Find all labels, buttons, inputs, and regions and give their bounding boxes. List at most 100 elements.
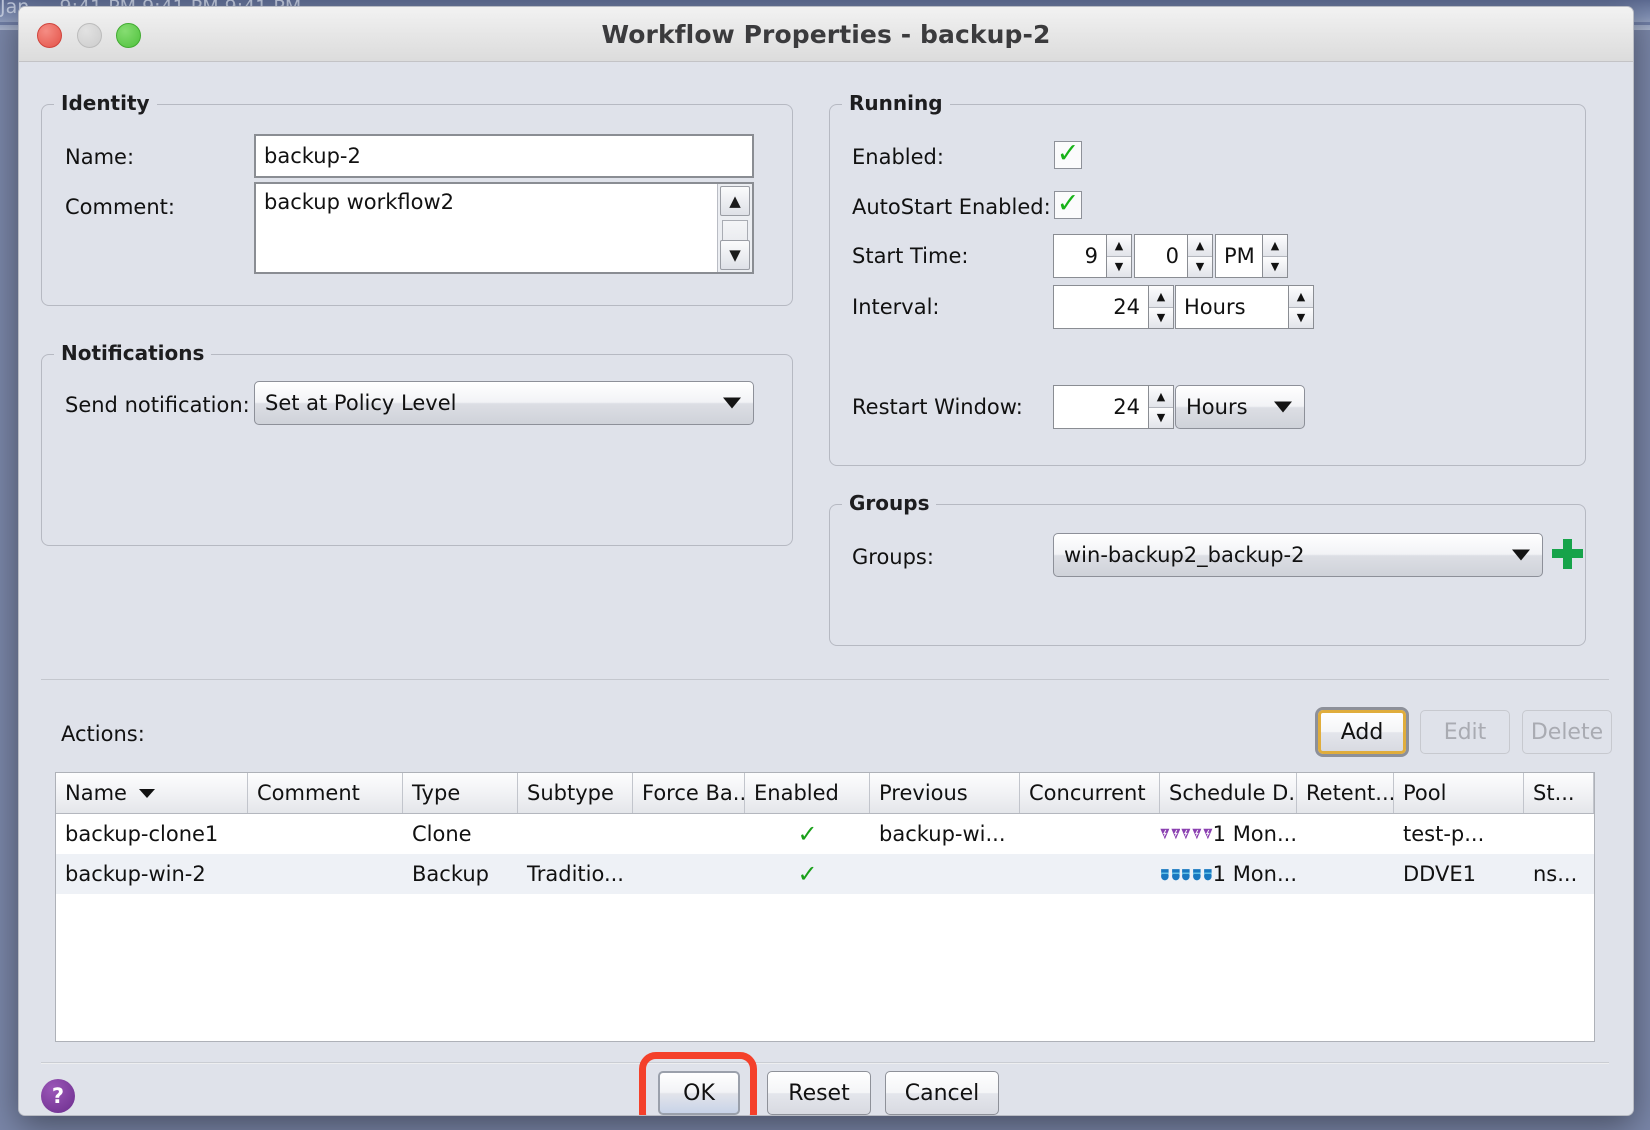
autostart-label: AutoStart Enabled: [852,195,1051,219]
interval-label: Interval: [852,295,940,319]
enabled-checkbox[interactable]: ✓ [1054,140,1082,169]
start-hour-spin-buttons[interactable]: ▲ ▼ [1106,234,1132,278]
reset-button[interactable]: Reset [767,1071,871,1115]
groups-value: win-backup2_backup-2 [1064,543,1305,567]
ok-button[interactable]: OK [658,1071,740,1115]
cell-name: backup-win-2 [65,862,206,886]
actions-table[interactable]: Name Comment Type Subtype Force Ba... Enabled… [55,772,1595,1042]
column-header-name[interactable]: Name [56,773,248,813]
start-hour-stepper[interactable]: 9 ▲ ▼ [1053,234,1132,278]
chevron-down-icon [1512,549,1530,561]
column-header-force_ba[interactable]: Force Ba... [633,773,745,813]
column-header-label: Enabled [754,781,839,805]
column-header-type[interactable]: Type [403,773,518,813]
spin-down-icon[interactable]: ▼ [1188,256,1212,277]
interval-stepper[interactable]: 24 ▲ ▼ [1053,285,1174,329]
table-row[interactable]: backup-clone1 Clone ✓ backup-wi... 1 Mon... t… [56,814,1594,854]
column-header-comment[interactable]: Comment [248,773,403,813]
spin-up-icon[interactable]: ▲ [1149,286,1173,308]
start-hour-value[interactable]: 9 [1053,234,1106,278]
bolt-icon [1203,828,1213,840]
spin-up-icon[interactable]: ▲ [1149,386,1173,408]
delete-action-button: Delete [1522,710,1612,754]
spin-down-icon[interactable]: ▼ [1289,307,1313,328]
start-minute-stepper[interactable]: 0 ▲ ▼ [1134,234,1213,278]
spin-down-icon[interactable]: ▼ [1149,407,1173,428]
identity-legend: Identity [54,91,157,115]
name-label: Name: [65,145,135,169]
interval-spin-buttons[interactable]: ▲ ▼ [1148,285,1174,329]
help-icon[interactable]: ? [41,1079,75,1113]
help-glyph: ? [51,1084,65,1108]
interval-unit-spin-buttons[interactable]: ▲ ▼ [1288,285,1314,329]
section-divider [41,679,1609,680]
interval-value[interactable]: 24 [1053,285,1148,329]
column-header-st[interactable]: St... [1524,773,1594,813]
restart-window-unit-select[interactable]: Hours [1175,385,1305,429]
groups-legend: Groups [842,491,937,515]
start-meridiem-stepper[interactable]: PM ▲ ▼ [1215,234,1288,278]
cell-enabled: ✓ [745,860,870,888]
spin-down-icon[interactable]: ▼ [1149,307,1173,328]
send-notification-select[interactable]: Set at Policy Level [254,381,754,425]
spin-up-icon[interactable]: ▲ [1263,235,1287,257]
notifications-legend: Notifications [54,341,212,365]
groups-select[interactable]: win-backup2_backup-2 [1053,533,1543,577]
restart-window-stepper[interactable]: 24 ▲ ▼ [1053,385,1174,429]
name-input[interactable]: backup-2 [254,134,754,178]
restart-window-spin-buttons[interactable]: ▲ ▼ [1148,385,1174,429]
schedule-days-text: 1 Mon... [1212,862,1297,886]
cell-schedule_d: 1 Mon... [1160,859,1297,889]
schedule-icons [1160,819,1213,849]
interval-unit-value[interactable]: Hours [1175,285,1288,329]
column-header-subtype[interactable]: Subtype [518,773,633,813]
disc-icon [1171,869,1180,881]
comment-text: backup workflow2 [264,190,455,214]
column-header-label: Type [412,781,461,805]
column-header-schedule_d[interactable]: Schedule D... [1160,773,1297,813]
groups-label: Groups: [852,545,934,569]
bolt-icon [1171,828,1181,840]
actions-label: Actions: [61,722,145,746]
column-header-concurrent[interactable]: Concurrent [1020,773,1160,813]
comment-input[interactable]: backup workflow2 ▲ ▼ [254,182,754,274]
spin-up-icon[interactable]: ▲ [1107,235,1131,257]
column-header-label: Force Ba... [642,781,745,805]
column-header-label: Retent... [1306,781,1394,805]
add-group-button[interactable] [1551,536,1583,572]
column-header-enabled[interactable]: Enabled [745,773,870,813]
start-time-label: Start Time: [852,244,969,268]
edit-action-button: Edit [1420,710,1510,754]
interval-unit-stepper[interactable]: Hours ▲ ▼ [1175,285,1314,329]
cell-schedule_d: 1 Mon... [1160,819,1297,849]
column-header-retent[interactable]: Retent... [1297,773,1394,813]
restart-window-value[interactable]: 24 [1053,385,1148,429]
spin-up-icon[interactable]: ▲ [1289,286,1313,308]
spin-down-icon[interactable]: ▼ [1107,256,1131,277]
add-action-button[interactable]: Add [1318,710,1406,754]
table-row[interactable]: backup-win-2 Backup Traditio... ✓ 1 Mon... DD… [56,854,1594,894]
cancel-button[interactable]: Cancel [885,1071,999,1115]
start-minute-spin-buttons[interactable]: ▲ ▼ [1187,234,1213,278]
column-header-label: Comment [257,781,360,805]
spin-up-icon[interactable]: ▲ [1188,235,1212,257]
comment-scrollbar[interactable]: ▲ ▼ [717,184,752,272]
column-header-pool[interactable]: Pool [1394,773,1524,813]
chevron-down-icon [1274,401,1292,413]
start-meridiem-value[interactable]: PM [1215,234,1262,278]
disc-icon [1161,869,1169,881]
schedule-icons [1160,859,1213,889]
column-header-previous[interactable]: Previous [870,773,1020,813]
spin-down-icon[interactable]: ▼ [1263,256,1287,277]
scroll-down-icon[interactable]: ▼ [720,240,750,270]
start-minute-value[interactable]: 0 [1134,234,1187,278]
plus-icon [1552,539,1583,569]
column-header-label: Pool [1403,781,1447,805]
column-header-label: Previous [879,781,968,805]
checkmark-icon: ✓ [1056,187,1080,219]
disc-icon [1204,869,1212,881]
autostart-checkbox[interactable]: ✓ [1054,187,1082,219]
start-meridiem-spin-buttons[interactable]: ▲ ▼ [1262,234,1288,278]
chevron-down-icon [723,397,741,409]
scroll-up-icon[interactable]: ▲ [720,186,750,216]
